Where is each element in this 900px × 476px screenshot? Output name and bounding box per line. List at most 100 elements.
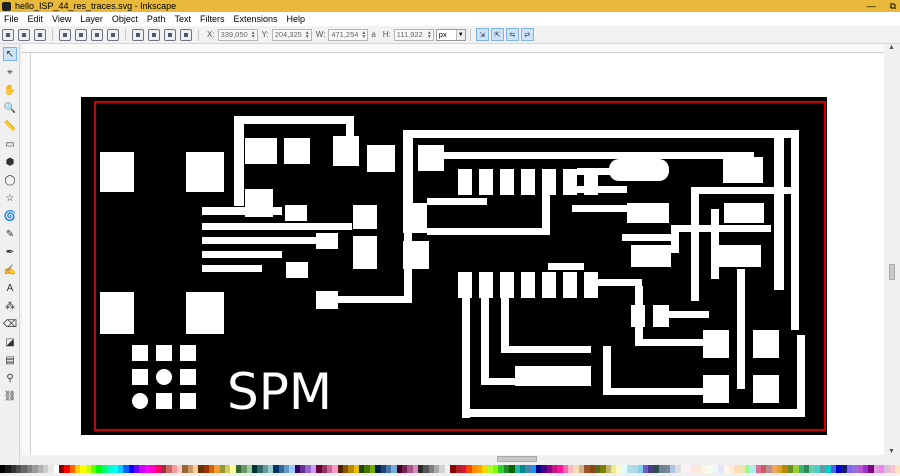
connector-tool-icon[interactable]: ⛓	[3, 389, 17, 403]
pad	[753, 330, 779, 358]
menu-file[interactable]: File	[4, 14, 19, 24]
tweak-tool-icon[interactable]: ✋	[3, 83, 17, 97]
pad	[627, 203, 669, 223]
spiral-tool-icon[interactable]: 🌀	[3, 209, 17, 223]
trace	[603, 346, 611, 394]
restore-icon[interactable]: ⧉	[890, 1, 896, 12]
h-value: 111,922	[396, 29, 423, 39]
menu-layer[interactable]: Layer	[80, 14, 103, 24]
raise-to-top-icon[interactable]	[132, 28, 144, 41]
pad	[653, 305, 669, 327]
x-label: X:	[207, 30, 215, 39]
selector-tool-icon[interactable]: ↖	[3, 47, 17, 61]
color-swatch[interactable]	[895, 465, 900, 473]
pad	[100, 292, 134, 334]
pen-tool-icon[interactable]: ✒	[3, 245, 17, 259]
pad	[367, 145, 395, 172]
deselect-icon[interactable]	[34, 28, 46, 41]
move-patterns-icon[interactable]: ⇄	[520, 28, 534, 41]
scroll-thumb[interactable]	[889, 264, 895, 280]
minimize-icon[interactable]: —	[867, 1, 876, 11]
select-all-layers-icon[interactable]	[18, 28, 30, 41]
pad	[180, 393, 196, 409]
y-field[interactable]: 204,325 ▲ ▼	[271, 28, 312, 41]
board-label[interactable]: SPM	[227, 363, 332, 421]
dropper-tool-icon[interactable]: ⚲	[3, 371, 17, 385]
rect-tool-icon[interactable]: ▭	[3, 137, 17, 151]
x-field[interactable]: 339,050 ▲ ▼	[217, 28, 258, 41]
scale-corners-icon[interactable]: ⇱	[490, 28, 504, 41]
lower-icon[interactable]	[164, 28, 176, 41]
menu-path[interactable]: Path	[147, 14, 166, 24]
pad	[333, 136, 359, 166]
pad	[584, 272, 598, 298]
horizontal-scrollbar[interactable]	[31, 455, 884, 463]
text-tool-icon[interactable]: A	[3, 281, 17, 295]
trace	[791, 130, 799, 330]
trace	[427, 228, 547, 235]
pad	[180, 369, 196, 385]
move-gradients-icon[interactable]: ⇆	[505, 28, 519, 41]
pad	[703, 330, 729, 358]
3dbox-tool-icon[interactable]: ⬢	[3, 155, 17, 169]
ellipse-tool-icon[interactable]: ◯	[3, 173, 17, 187]
trace	[202, 223, 352, 230]
trace	[501, 298, 509, 351]
rotate-ccw-icon[interactable]	[59, 28, 71, 41]
star-tool-icon[interactable]: ☆	[3, 191, 17, 205]
pad	[703, 375, 729, 403]
trace	[572, 205, 630, 212]
select-all-icon[interactable]	[2, 28, 14, 41]
scroll-up-icon[interactable]: ▲	[888, 44, 895, 51]
flip-horizontal-icon[interactable]	[91, 28, 103, 41]
menu-object[interactable]: Object	[112, 14, 138, 24]
zoom-tool-icon[interactable]: 🔍	[3, 101, 17, 115]
raise-icon[interactable]	[148, 28, 160, 41]
menu-filters[interactable]: Filters	[200, 14, 225, 24]
spray-tool-icon[interactable]: ⁂	[3, 299, 17, 313]
menu-edit[interactable]: Edit	[28, 14, 44, 24]
trace	[234, 116, 244, 206]
measure-tool-icon[interactable]: 📏	[3, 119, 17, 133]
trace	[635, 339, 705, 346]
trace	[691, 187, 791, 194]
spin-arrows-icon[interactable]: ▲ ▼	[427, 30, 432, 39]
spin-arrows-icon[interactable]: ▲ ▼	[251, 30, 256, 39]
flip-vertical-icon[interactable]	[107, 28, 119, 41]
w-field[interactable]: 471,254 ▲ ▼	[328, 28, 369, 41]
menu-text[interactable]: Text	[174, 14, 191, 24]
vertical-ruler[interactable]	[22, 53, 31, 455]
eraser-tool-icon[interactable]: ⌫	[3, 317, 17, 331]
bucket-tool-icon[interactable]: ◪	[3, 335, 17, 349]
trace	[774, 130, 784, 290]
trace	[577, 186, 627, 193]
scale-stroke-icon[interactable]: ⇲	[475, 28, 489, 41]
menu-help[interactable]: Help	[286, 14, 305, 24]
menu-view[interactable]: View	[52, 14, 71, 24]
spin-arrows-icon[interactable]: ▲ ▼	[305, 30, 310, 39]
pad	[724, 203, 764, 223]
pencil-tool-icon[interactable]: ✎	[3, 227, 17, 241]
pad	[132, 393, 148, 409]
scroll-down-icon[interactable]: ▼	[888, 448, 895, 455]
pad	[285, 205, 307, 221]
pad	[563, 272, 577, 298]
gradient-tool-icon[interactable]: ▤	[3, 353, 17, 367]
horizontal-ruler[interactable]	[22, 44, 888, 53]
trace	[691, 187, 699, 301]
menu-extensions[interactable]: Extensions	[233, 14, 277, 24]
drawing-canvas[interactable]: SPM	[31, 53, 884, 455]
lock-ratio-icon[interactable]: a	[371, 30, 375, 39]
vertical-scrollbar[interactable]: ▲ ▼	[884, 44, 900, 455]
pad	[521, 169, 535, 195]
tool-controls-bar: X: 339,050 ▲ ▼ Y: 204,325 ▲ ▼ W: 471,254 ▲ ▼ a…	[0, 26, 900, 44]
spin-arrows-icon[interactable]: ▲ ▼	[361, 30, 366, 39]
unit-select[interactable]: px ▼	[435, 28, 466, 41]
calligraphy-tool-icon[interactable]: ✍	[3, 263, 17, 277]
scroll-thumb[interactable]	[497, 456, 537, 462]
node-tool-icon[interactable]: ⌖	[3, 65, 17, 79]
trace	[737, 269, 745, 389]
lower-to-bottom-icon[interactable]	[180, 28, 192, 41]
h-field[interactable]: 111,922 ▲ ▼	[393, 28, 434, 41]
rotate-cw-icon[interactable]	[75, 28, 87, 41]
